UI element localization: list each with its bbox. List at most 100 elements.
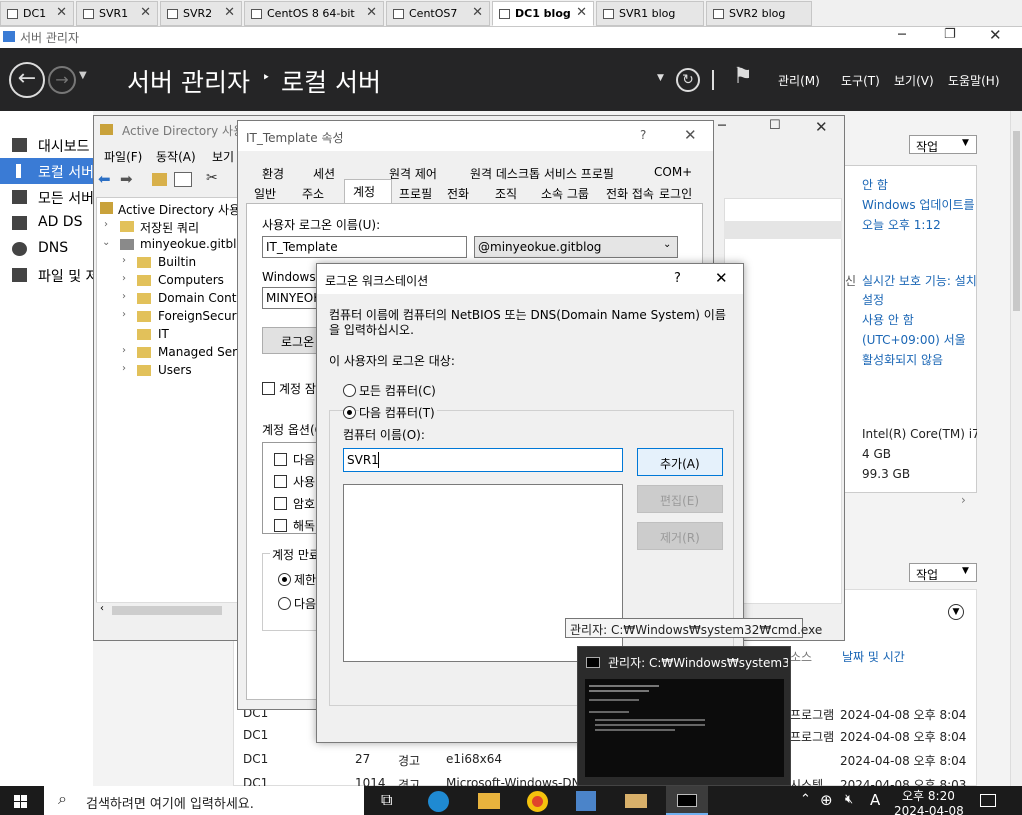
account-option-checkbox[interactable] — [274, 453, 287, 466]
history-dropdown-icon[interactable]: ▼ — [79, 70, 87, 81]
tab-com[interactable]: COM+ — [654, 165, 692, 179]
back-icon[interactable]: ← — [9, 62, 45, 98]
tree-item-computers[interactable]: Computers — [158, 273, 224, 287]
cmd-taskbar-thumbnail[interactable]: 관리자: C:₩Windows₩system3... — [577, 646, 791, 786]
chevron-right-icon[interactable]: › — [961, 493, 966, 507]
close-icon[interactable]: ✕ — [715, 269, 728, 287]
chevron-up-icon[interactable]: ⌃ — [800, 792, 811, 807]
console-tree-icon[interactable] — [174, 172, 192, 187]
expire-never-radio[interactable] — [278, 573, 291, 586]
domain-select[interactable]: @minyeokue.gitblog ⌄ — [474, 236, 678, 258]
sidebar-item-ad-ds[interactable]: AD DS — [0, 210, 93, 236]
tree-hscrollbar[interactable]: ‹ — [96, 602, 238, 618]
property-value[interactable]: Windows 업데이트를 — [862, 196, 975, 213]
account-option-checkbox[interactable] — [274, 519, 287, 532]
breadcrumb-root[interactable]: 서버 관리자 — [127, 63, 250, 99]
taskbar-search-box[interactable]: ⌕ 검색하려면 여기에 입력하세요. — [44, 786, 364, 815]
up-folder-icon[interactable] — [152, 173, 167, 186]
tree-item-domain[interactable]: minyeokue.gitblog — [140, 237, 238, 251]
tasks-dropdown-top[interactable]: 작업 ▼ — [909, 135, 977, 154]
close-icon[interactable]: ✕ — [56, 5, 67, 20]
expand-arrow-icon[interactable]: › — [122, 363, 126, 374]
back-icon[interactable]: ⬅ — [98, 170, 111, 188]
help-button[interactable]: ? — [640, 128, 646, 142]
clock-time[interactable]: 오후 8:20 — [902, 787, 955, 804]
sidebar-item-all-servers[interactable]: 모든 서버 — [0, 184, 94, 210]
ad-taskbar-icon[interactable] — [625, 794, 647, 808]
windows-start-icon[interactable] — [14, 795, 28, 808]
following-computers-radio[interactable] — [343, 406, 356, 419]
sidebar-item-file-services[interactable]: 파일 및 저장소 서비스 — [0, 262, 167, 288]
expand-arrow-icon[interactable]: › — [122, 345, 126, 356]
restore-icon[interactable]: ❐ — [944, 27, 956, 42]
tab-environment[interactable]: 환경 — [262, 165, 284, 182]
property-value[interactable]: 실시간 보호 기능: 설치 — [862, 272, 977, 289]
forward-icon[interactable]: ➡ — [120, 170, 133, 188]
tab-organization[interactable]: 조직 — [495, 185, 517, 202]
minimize-icon[interactable]: ─ — [718, 118, 726, 134]
tab-rds-profile[interactable]: 원격 데스크톱 서비스 프로필 — [470, 165, 614, 182]
vm-tab-svr2-blog[interactable]: SVR2 blog — [706, 1, 812, 26]
expand-arrow-icon[interactable]: › — [122, 255, 126, 266]
main-scrollbar[interactable] — [1010, 111, 1022, 786]
close-icon[interactable]: ✕ — [472, 5, 483, 20]
menu-view[interactable]: 보기(V) — [894, 72, 934, 89]
tab-dial-in[interactable]: 전화 접속 — [606, 185, 654, 202]
vm-tab-dc1-blog[interactable]: DC1 blog ✕ — [492, 1, 594, 26]
close-icon[interactable]: ✕ — [576, 5, 587, 20]
edit-button[interactable]: 편집(E) — [637, 485, 723, 513]
property-value[interactable]: 활성화되지 않음 — [862, 351, 943, 368]
property-value[interactable]: 오늘 오후 1:12 — [862, 216, 941, 233]
vm-tab-centos8[interactable]: CentOS 8 64-bit ✕ — [244, 1, 384, 26]
event-server[interactable]: DC1 — [243, 752, 268, 766]
all-computers-radio[interactable] — [343, 384, 356, 397]
expand-arrow-icon[interactable]: › — [122, 309, 126, 320]
tree-item-managed-service[interactable]: Managed Service Accounts — [158, 345, 238, 359]
list-row-selected[interactable] — [724, 221, 842, 239]
event-datetime[interactable]: 2024-04-08 오후 8:04 — [840, 728, 966, 745]
expand-arrow-icon[interactable]: › — [104, 219, 108, 230]
add-button[interactable]: 추가(A) — [637, 448, 723, 476]
close-icon[interactable]: ✕ — [815, 118, 828, 136]
property-value[interactable]: (UTC+09:00) 서울 — [862, 331, 966, 348]
tab-remote-control[interactable]: 원격 제어 — [389, 165, 437, 182]
scrollbar-thumb[interactable] — [112, 606, 222, 615]
account-option-checkbox[interactable] — [274, 475, 287, 488]
vm-tab-centos7[interactable]: CentOS7 ✕ — [386, 1, 490, 26]
expire-date-radio[interactable] — [278, 597, 291, 610]
column-header-datetime[interactable]: 날짜 및 시간 — [842, 648, 905, 665]
tab-account[interactable]: 계정 — [353, 183, 375, 200]
menu-file[interactable]: 파일(F) — [104, 148, 142, 165]
server-manager-taskbar-icon[interactable] — [576, 791, 596, 811]
file-explorer-icon[interactable] — [478, 793, 500, 809]
close-icon[interactable]: ✕ — [989, 26, 1002, 44]
cut-icon[interactable]: ✂ — [206, 170, 218, 186]
network-icon[interactable]: ⊕ — [820, 791, 833, 809]
logon-name-input[interactable]: IT_Template — [262, 236, 467, 258]
expand-arrow-icon[interactable]: › — [122, 273, 126, 284]
sidebar-item-dns[interactable]: DNS — [0, 236, 93, 262]
tab-logon[interactable]: 로그인 — [659, 185, 692, 202]
expand-icon[interactable]: ▼ — [948, 604, 964, 620]
tree-item-foreign-security[interactable]: ForeignSecurityPrincipals — [158, 309, 238, 323]
refresh-icon[interactable]: ↻ — [676, 68, 700, 92]
logon-hours-button[interactable]: 로그온 — [262, 327, 322, 354]
menu-manage[interactable]: 관리(M) — [778, 72, 820, 89]
tab-general[interactable]: 일반 — [254, 185, 276, 202]
menu-tools[interactable]: 도구(T) — [841, 72, 880, 89]
clock-date[interactable]: 2024-04-08 — [894, 804, 964, 815]
tree-item-root[interactable]: Active Directory 사용자 및 컴퓨터 — [118, 201, 238, 218]
tree-item-domain-controllers[interactable]: Domain Controllers — [158, 291, 238, 305]
menu-help[interactable]: 도움말(H) — [948, 72, 1000, 89]
tab-telephones[interactable]: 전화 — [447, 185, 469, 202]
notification-icon[interactable] — [980, 794, 996, 807]
speaker-muted-icon[interactable]: 🔇︎ — [845, 792, 853, 807]
computer-name-input[interactable]: SVR1 — [343, 448, 623, 472]
tree-item-builtin[interactable]: Builtin — [158, 255, 196, 269]
property-value[interactable]: 안 함 — [862, 176, 888, 193]
pre2000-domain-input[interactable]: MINYEOK — [262, 287, 322, 309]
tree-item-saved-queries[interactable]: 저장된 쿼리 — [140, 219, 199, 236]
flag-icon[interactable]: ⚑ — [733, 64, 753, 89]
sidebar-item-dashboard[interactable]: 대시보드 — [0, 132, 93, 158]
menu-action[interactable]: 동작(A) — [156, 148, 196, 165]
